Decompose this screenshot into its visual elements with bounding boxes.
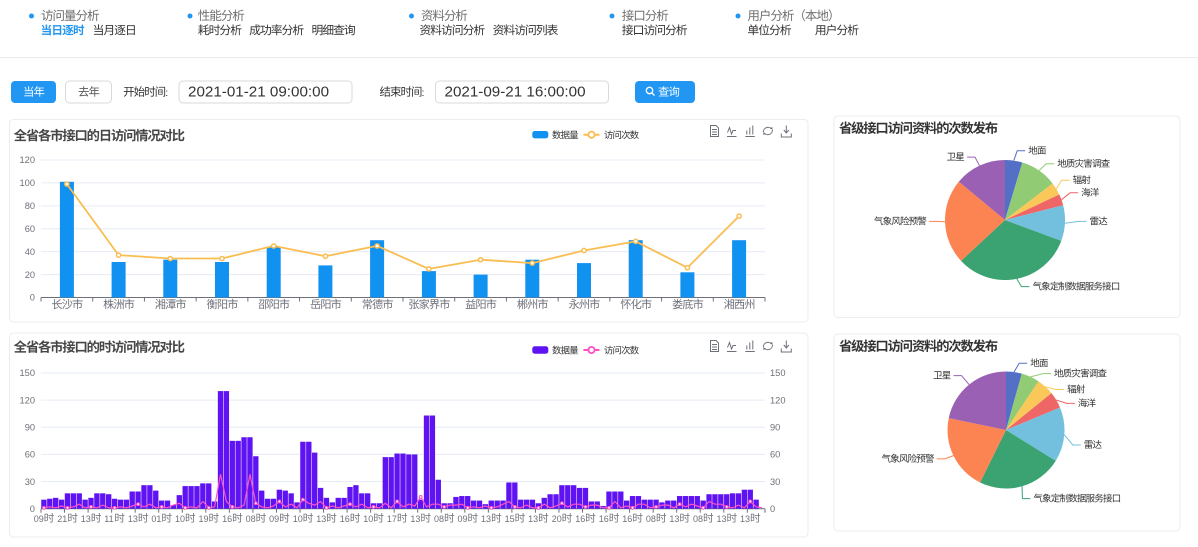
svg-text:08: 08 (434, 514, 444, 524)
svg-text:2021-01-21 09:00:00: 2021-01-21 09:00:00 (188, 84, 329, 101)
svg-text::: : (422, 87, 425, 99)
svg-text:2021-09-21 16:00:00: 2021-09-21 16:00:00 (445, 84, 586, 101)
svg-text:16: 16 (599, 514, 609, 524)
svg-text:16: 16 (340, 514, 350, 524)
svg-text:40: 40 (25, 247, 35, 257)
svg-text:80: 80 (25, 201, 35, 211)
svg-text:60: 60 (25, 450, 35, 460)
svg-text:21: 21 (57, 514, 67, 524)
svg-text:0: 0 (30, 504, 35, 514)
svg-text:150: 150 (20, 368, 36, 378)
svg-text:01: 01 (151, 514, 161, 524)
svg-text:30: 30 (770, 477, 780, 487)
svg-text:13: 13 (410, 514, 420, 524)
svg-text:09: 09 (458, 514, 468, 524)
svg-text:13: 13 (128, 514, 138, 524)
svg-text:08: 08 (693, 514, 703, 524)
svg-text:09: 09 (269, 514, 279, 524)
svg-text:11: 11 (104, 514, 113, 524)
svg-text:13: 13 (316, 514, 326, 524)
svg-text:13: 13 (669, 514, 679, 524)
svg-text:09: 09 (34, 514, 44, 524)
svg-text:10: 10 (363, 514, 373, 524)
svg-text:16: 16 (222, 514, 232, 524)
svg-text:120: 120 (20, 395, 36, 405)
svg-text:16: 16 (622, 514, 632, 524)
svg-text:16: 16 (575, 514, 585, 524)
svg-text:150: 150 (770, 368, 786, 378)
svg-text:13: 13 (528, 514, 538, 524)
svg-text:15: 15 (505, 514, 515, 524)
svg-text:20: 20 (552, 514, 562, 524)
svg-text:120: 120 (20, 155, 36, 165)
svg-text:08: 08 (246, 514, 256, 524)
svg-text:08: 08 (646, 514, 656, 524)
svg-text:13: 13 (740, 514, 750, 524)
svg-text:90: 90 (770, 423, 780, 433)
svg-text:120: 120 (770, 395, 786, 405)
svg-text:20: 20 (25, 270, 35, 280)
svg-text:0: 0 (30, 293, 35, 303)
svg-text:19: 19 (199, 514, 209, 524)
svg-text:30: 30 (25, 477, 35, 487)
svg-text::: : (165, 87, 168, 99)
svg-text:13: 13 (81, 514, 91, 524)
svg-text:90: 90 (25, 423, 35, 433)
svg-text:100: 100 (20, 178, 36, 188)
svg-text:17: 17 (387, 514, 397, 524)
svg-text:10: 10 (293, 514, 303, 524)
svg-text:60: 60 (770, 450, 780, 460)
svg-text:10: 10 (175, 514, 185, 524)
svg-text:0: 0 (770, 504, 775, 514)
svg-text:60: 60 (25, 224, 35, 234)
svg-text:13: 13 (481, 514, 491, 524)
svg-text:13: 13 (717, 514, 727, 524)
